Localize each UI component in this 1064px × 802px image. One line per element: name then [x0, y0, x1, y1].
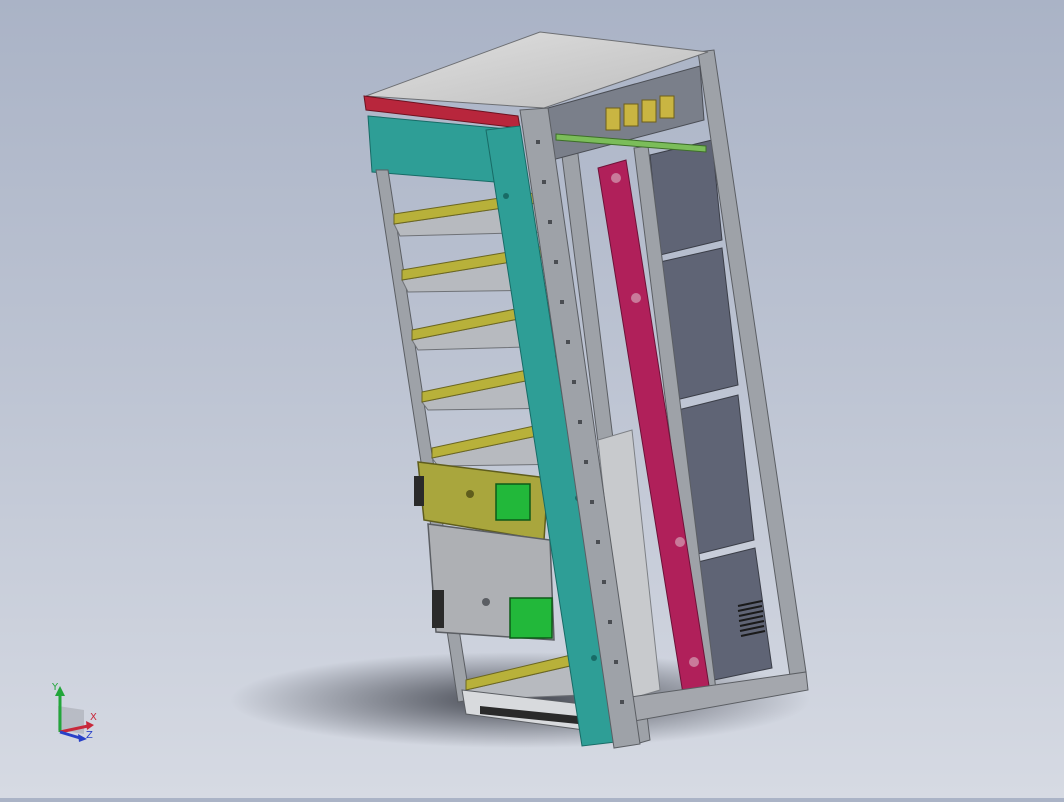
y-axis-label: Y [51, 682, 59, 693]
module-handle[interactable] [414, 476, 424, 506]
busbar-hole [675, 537, 685, 547]
module-knob [482, 598, 490, 606]
busbar-hole [689, 657, 699, 667]
module-screen [495, 483, 531, 521]
module-handle[interactable] [432, 590, 444, 628]
busbar-hole [611, 173, 621, 183]
cabinet-model[interactable] [0, 0, 1064, 798]
module-screen [509, 597, 553, 639]
3d-viewport[interactable] [0, 0, 1064, 798]
x-axis-label: X [90, 712, 97, 723]
coordinate-triad-icon: Y X Z [40, 676, 110, 746]
busbar-hole [631, 293, 641, 303]
module-knob [466, 490, 474, 498]
gray-module[interactable] [427, 523, 555, 641]
z-axis-label: Z [86, 730, 93, 741]
